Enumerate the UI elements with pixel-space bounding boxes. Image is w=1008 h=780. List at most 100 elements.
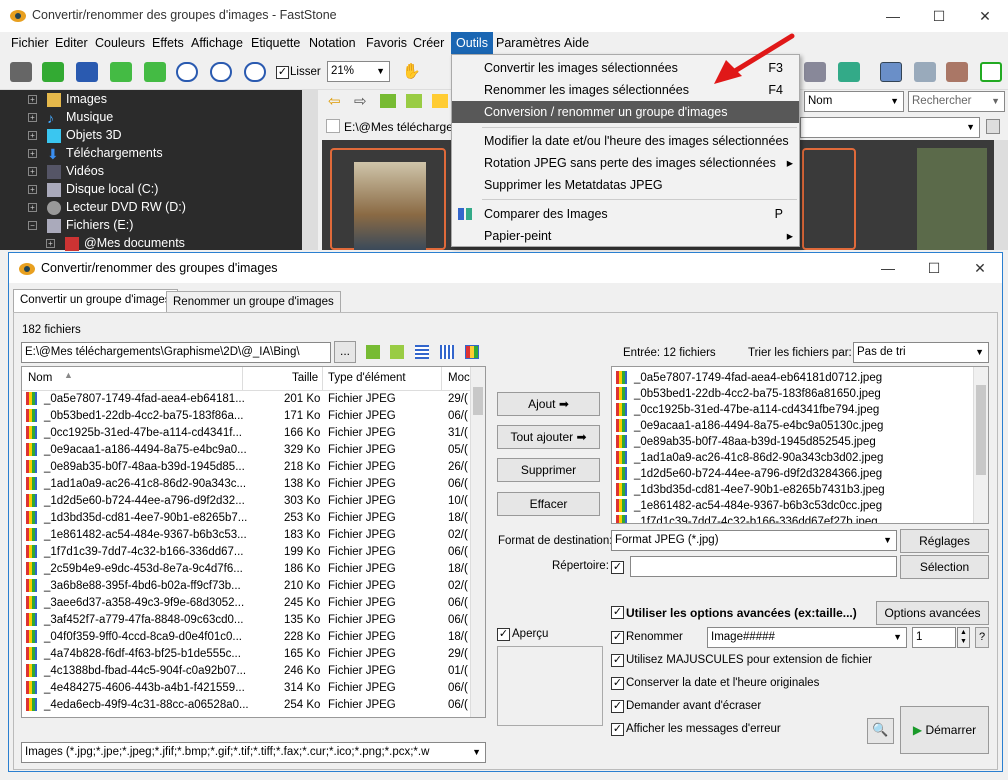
tree-scrollbar[interactable] (302, 90, 318, 250)
thumbnails-view-icon[interactable] (465, 345, 479, 359)
viewer-scrollbar[interactable] (994, 140, 1008, 250)
favorite-folder-icon[interactable] (432, 94, 448, 108)
list-item[interactable]: _0e89ab35-b0f7-48aa-b39d-1945d852545.jpe… (616, 434, 876, 451)
menu-affichage[interactable]: Affichage (186, 32, 248, 54)
sort-files-select[interactable]: Pas de tri ▼ (853, 342, 989, 363)
advanced-options-button[interactable]: Options avancées (876, 601, 989, 625)
list-view-icon[interactable] (415, 345, 429, 359)
minimize-button[interactable]: — (870, 0, 916, 32)
menu-outils[interactable]: Outils (451, 32, 493, 54)
menu-couleurs[interactable]: Couleurs (90, 32, 150, 54)
column-taille[interactable]: Taille (292, 372, 318, 384)
menu-aide[interactable]: Aide (559, 32, 594, 54)
list-item[interactable]: _0a5e7807-1749-4fad-aea4-eb64181d0712.jp… (616, 370, 882, 387)
menu-item-comparer-images[interactable]: Comparer des Images P (452, 203, 799, 225)
tree-item-musique[interactable]: + ♪ Musique (28, 108, 113, 126)
rename-start-spinner[interactable]: ▲ ▼ (957, 627, 970, 648)
input-file-list[interactable]: _0a5e7807-1749-4fad-aea4-eb64181d0712.jp… (611, 366, 989, 524)
directory-input[interactable] (630, 556, 897, 577)
list-item[interactable]: _1ad1a0a9-ac26-41c8-86d2-90a343cb3d02.jp… (616, 450, 883, 467)
list-item[interactable]: _1e861482-ac54-484e-9367-b6b3c53dc0cc.jp… (616, 498, 882, 515)
preview-checkbox[interactable]: ✓ (497, 628, 510, 641)
list-item[interactable]: _1f7d1c39-7dd7-4c32-b166-336dd67ef27b.jp… (616, 514, 878, 523)
tree-item-images[interactable]: + Images (28, 90, 107, 108)
search-select[interactable]: Rechercher ▼ (908, 91, 1005, 112)
menu-creer[interactable]: Créer (408, 32, 449, 54)
menu-item-modifier-date[interactable]: Modifier la date et/ou l'heure des image… (452, 130, 799, 152)
thumbnail-card-2[interactable] (802, 148, 856, 250)
show-errors-checkbox[interactable]: ✓ (611, 723, 624, 736)
list-item[interactable]: _0e9acaa1-a186-4494-8a75-e4bc9a05130c.jp… (616, 418, 883, 435)
dialog-maximize-button[interactable]: ☐ (911, 253, 957, 283)
table-row[interactable]: _0cc1925b-31ed-47be-a114-cd4341f... 166 K… (22, 425, 470, 442)
format-select[interactable]: Format JPEG (*.jpg) ▼ (611, 530, 897, 551)
path-bar-text[interactable]: E:\@Mes téléchargen (344, 120, 460, 134)
browse-button[interactable]: ... (334, 341, 356, 363)
rename-pattern-select[interactable]: Image##### ▼ (707, 627, 907, 648)
table-row[interactable]: _0e89ab35-b0f7-48aa-b39d-1945d85... 218 K… (22, 459, 470, 476)
remove-button[interactable]: Supprimer (497, 458, 600, 482)
tree-item-objets3d[interactable]: + Objets 3D (28, 126, 122, 144)
source-path-input[interactable]: E:\@Mes téléchargements\Graphisme\2D\@_I… (21, 342, 331, 363)
menu-item-supprimer-metadata[interactable]: Supprimer les Metatdatas JPEG (452, 174, 799, 196)
source-file-list[interactable]: Nom ▲ Taille Type d'élément Moc _0a5e780… (21, 366, 486, 718)
refresh-folder-icon[interactable] (406, 94, 422, 108)
table-row[interactable]: _1f7d1c39-7dd7-4c32-b166-336dd67... 199 K… (22, 544, 470, 561)
add-all-button[interactable]: Tout ajouter ➡ (497, 425, 600, 449)
keep-date-checkbox[interactable]: ✓ (611, 677, 624, 690)
pan-hand-icon[interactable]: ✋ (402, 62, 424, 82)
table-row[interactable]: _0a5e7807-1749-4fad-aea4-eb64181... 201 K… (22, 391, 470, 408)
column-type[interactable]: Type d'élément (328, 372, 406, 384)
tree-item-disque-c[interactable]: + Disque local (C:) (28, 180, 158, 198)
forward-arrow-icon[interactable]: ⇨ (354, 92, 367, 110)
table-row[interactable]: _3af452f7-a779-47fa-8848-09c63cd0... 135 … (22, 612, 470, 629)
table-row[interactable]: _1d3bd35d-cd81-4ee7-90b1-e8265b7... 253 K… (22, 510, 470, 527)
start-button[interactable]: ▶ Démarrer (900, 706, 989, 754)
dialog-minimize-button[interactable]: — (865, 253, 911, 283)
menu-editer[interactable]: Editer (50, 32, 93, 54)
table-row[interactable]: _4eda6ecb-49f9-4c31-88cc-a06528a0... 254 … (22, 697, 470, 714)
table-row[interactable]: _04f0f359-9ff0-4ccd-8ca9-d0e4f01c0... 228… (22, 629, 470, 646)
table-row[interactable]: _1d2d5e60-b724-44ee-a796-d9f2d32... 303 K… (22, 493, 470, 510)
sort-select[interactable]: Nom ▼ (804, 91, 904, 112)
actual-size-icon[interactable] (244, 62, 266, 82)
tree-item-telechargements[interactable]: + ⬇ Téléchargements (28, 144, 163, 162)
clear-button[interactable]: Effacer (497, 492, 600, 516)
smooth-checkbox[interactable]: ✓ (276, 66, 289, 79)
rename-help-button[interactable]: ? (975, 627, 989, 648)
zoom-in-icon[interactable] (176, 62, 198, 82)
settings-button[interactable]: Réglages (900, 529, 989, 553)
up-folder-icon[interactable] (380, 94, 396, 108)
table-row[interactable]: _3aee6d37-a358-49c3-9f9e-68d3052... 245 K… (22, 595, 470, 612)
menu-effets[interactable]: Effets (147, 32, 189, 54)
list-item[interactable]: _1d3bd35d-cd81-4ee7-90b1-e8265b7431b3.jp… (616, 482, 885, 499)
tree-item-mes-documents[interactable]: + @Mes documents (46, 234, 185, 252)
tab-convertir[interactable]: Convertir un groupe d'images (13, 289, 178, 313)
ask-overwrite-checkbox[interactable]: ✓ (611, 700, 624, 713)
column-modifie[interactable]: Moc (448, 372, 470, 384)
table-row[interactable]: _3a6b8e88-395f-4bd6-b02a-ff9cf73b... 210 … (22, 578, 470, 595)
previous-icon[interactable] (110, 62, 132, 82)
menu-parametres[interactable]: Paramètres (491, 32, 566, 54)
menu-item-rotation-jpeg[interactable]: Rotation JPEG sans perte des images séle… (452, 152, 799, 174)
menu-etiquette[interactable]: Etiquette (246, 32, 305, 54)
zoom-out-icon[interactable] (210, 62, 232, 82)
menu-favoris[interactable]: Favoris (361, 32, 412, 54)
column-nom[interactable]: Nom (28, 372, 52, 384)
menu-item-conversion-groupe[interactable]: Conversion / renommer un groupe d'images (452, 101, 799, 123)
tree-item-fichiers-e[interactable]: − Fichiers (E:) (28, 216, 133, 234)
menu-item-papier-peint[interactable]: Papier-peint ▸ (452, 225, 799, 247)
refresh-folder-icon[interactable] (390, 345, 404, 359)
trash-icon[interactable] (986, 119, 1000, 134)
table-row[interactable]: _1ad1a0a9-ac26-41c8-86d2-90a343c... 138 K… (22, 476, 470, 493)
up-folder-icon[interactable] (366, 345, 380, 359)
open-folder-icon[interactable] (42, 62, 64, 82)
rename-checkbox[interactable]: ✓ (611, 631, 624, 644)
file-list-scrollbar[interactable] (470, 367, 485, 717)
path-dropdown[interactable]: ▼ (800, 117, 980, 138)
thumbnail-card-3[interactable] (917, 148, 987, 250)
advanced-checkbox[interactable]: ✓ (611, 606, 624, 619)
tree-item-dvd-d[interactable]: + Lecteur DVD RW (D:) (28, 198, 186, 216)
selection-button[interactable]: Sélection (900, 555, 989, 579)
preview-doc-button[interactable]: 🔍 (867, 718, 894, 744)
